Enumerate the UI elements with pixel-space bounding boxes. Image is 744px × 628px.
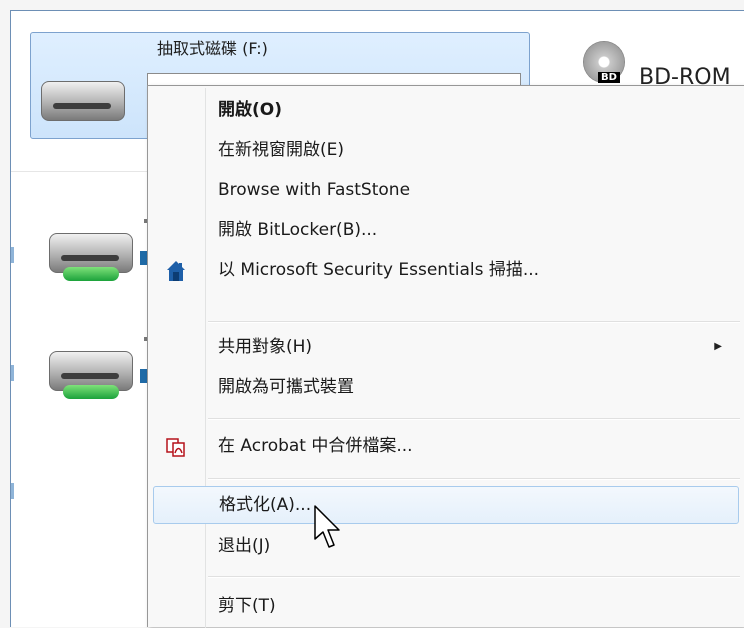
menu-item-acrobat-combine[interactable]: 在 Acrobat 中合併檔案... (150, 428, 744, 464)
row-marker (11, 365, 14, 381)
menu-item-eject[interactable]: 退出(J) (150, 528, 744, 564)
menu-item-label: 格式化(A)... (219, 495, 312, 515)
menu-item-open-as-portable-device[interactable]: 開啟為可攜式裝置 (150, 369, 744, 405)
menu-item-cut[interactable]: 剪下(T) (150, 588, 744, 624)
menu-separator (208, 418, 740, 420)
mouse-cursor-icon (314, 505, 340, 548)
menu-item-label: 退出(J) (218, 536, 271, 556)
menu-item-label: 在新視窗開啟(E) (218, 140, 345, 160)
menu-item-label: 在 Acrobat 中合併檔案... (218, 436, 413, 456)
menu-item-format[interactable]: 格式化(A)... (153, 486, 739, 524)
menu-item-label: 開啟(O) (218, 100, 282, 120)
menu-separator (208, 321, 740, 323)
menu-item-browse-faststone[interactable]: Browse with FastStone (150, 172, 744, 208)
menu-item-label: 開啟 BitLocker(B)... (218, 220, 378, 240)
menu-item-label: 以 Microsoft Security Essentials 掃描... (218, 260, 540, 280)
drive-title: 抽取式磁碟 (F:) (157, 39, 268, 58)
security-essentials-icon (167, 261, 185, 281)
menu-item-label: 共用對象(H) (218, 337, 313, 357)
menu-item-bitlocker[interactable]: 開啟 BitLocker(B)... (150, 212, 744, 248)
menu-item-label: Browse with FastStone (218, 180, 411, 200)
menu-item-open-new-window[interactable]: 在新視窗開啟(E) (150, 132, 744, 168)
row-marker (11, 483, 14, 499)
submenu-arrow-icon: ▶ (714, 341, 722, 352)
menu-item-label: 剪下(T) (218, 596, 276, 616)
drive-label-fragment (140, 369, 147, 383)
context-menu: 開啟(O) 在新視窗開啟(E) Browse with FastStone 開啟… (147, 85, 744, 628)
bd-badge: BD (598, 72, 620, 83)
menu-separator (208, 576, 740, 578)
acrobat-combine-icon (166, 438, 185, 457)
menu-item-share-with[interactable]: 共用對象(H) ▶ (150, 329, 744, 365)
menu-item-open[interactable]: 開啟(O) (150, 92, 744, 128)
menu-item-scan-security-essentials[interactable]: 以 Microsoft Security Essentials 掃描... (150, 252, 744, 288)
menu-item-label: 開啟為可攜式裝置 (218, 377, 354, 397)
row-marker (11, 247, 14, 263)
menu-separator (208, 478, 740, 480)
drive-label-fragment (140, 251, 147, 265)
